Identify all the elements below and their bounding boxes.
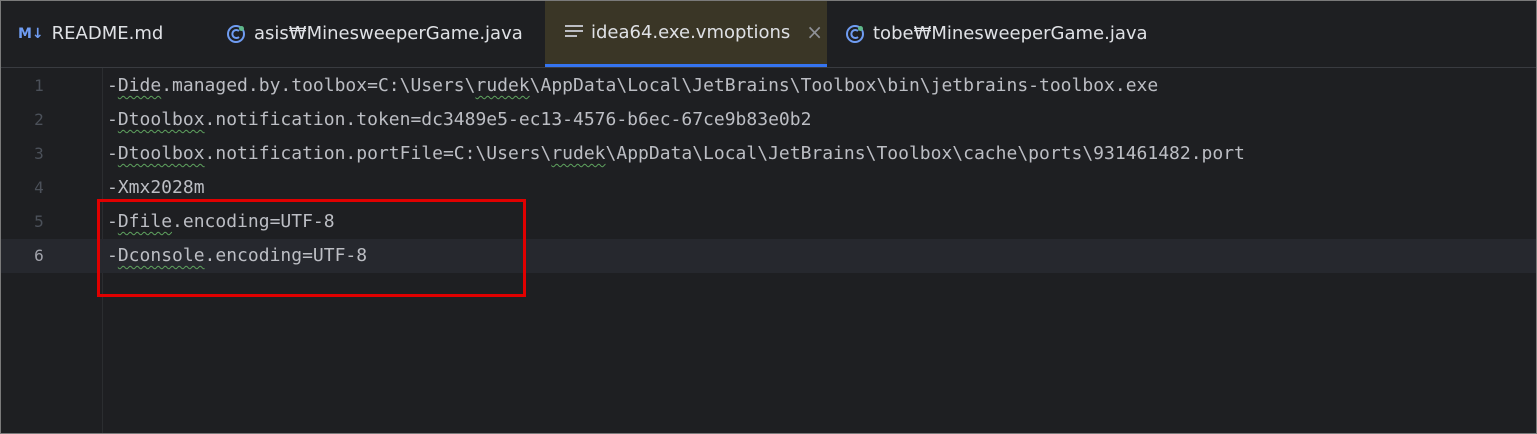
tab-label: idea64.exe.vmoptions xyxy=(591,21,791,43)
markdown-icon: M↓ xyxy=(18,25,44,42)
tab-readme[interactable]: M↓ README.md xyxy=(18,0,163,67)
line-number: 4 xyxy=(34,178,44,197)
line-number: 2 xyxy=(34,110,44,129)
tab-label: asis₩MinesweeperGame.java xyxy=(254,23,523,44)
java-class-icon xyxy=(226,24,246,44)
code-line[interactable]: 2 -Dtoolbox.notification.token=dc3489e5-… xyxy=(0,103,1537,137)
tab-tobe-minesweeper[interactable]: tobe₩MinesweeperGame.java xyxy=(845,0,1148,67)
tab-label: README.md xyxy=(51,23,164,44)
line-number: 5 xyxy=(34,212,44,231)
code-line[interactable]: 1 -Dide.managed.by.toolbox=C:\Users\rude… xyxy=(0,69,1537,103)
tab-label: tobe₩MinesweeperGame.java xyxy=(873,23,1148,44)
line-number: 3 xyxy=(34,144,44,163)
line-number: 6 xyxy=(34,246,44,265)
line-number: 1 xyxy=(34,76,44,95)
annotation-highlight-box xyxy=(97,199,526,297)
code-text[interactable]: -Dtoolbox.notification.portFile=C:\Users… xyxy=(107,137,1245,171)
lines-icon xyxy=(565,24,583,40)
editor-tab-bar: M↓ README.md asis₩MinesweeperGame.java i… xyxy=(0,0,1537,68)
code-text[interactable]: -Dide.managed.by.toolbox=C:\Users\rudek\… xyxy=(107,69,1158,103)
tab-vmoptions[interactable]: idea64.exe.vmoptions × xyxy=(545,0,827,67)
java-class-icon xyxy=(845,24,865,44)
code-line[interactable]: 3 -Dtoolbox.notification.portFile=C:\Use… xyxy=(0,137,1537,171)
code-text[interactable]: -Dtoolbox.notification.token=dc3489e5-ec… xyxy=(107,103,811,137)
tab-asis-minesweeper[interactable]: asis₩MinesweeperGame.java xyxy=(226,0,523,67)
close-icon[interactable]: × xyxy=(806,20,823,44)
